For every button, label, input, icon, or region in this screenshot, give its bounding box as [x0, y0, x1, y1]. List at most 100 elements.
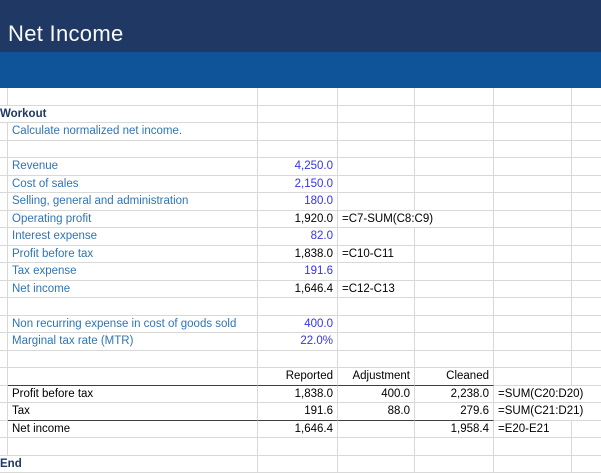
cell-B5-calculate-normalized-net-income[interactable]: Calculate normalized net income. — [8, 123, 258, 141]
cell-D24[interactable] — [338, 455, 415, 473]
cell-F22-formula[interactable]: =E20-E21 — [494, 420, 572, 438]
cell-A4-workout[interactable]: Workout — [0, 105, 258, 123]
cell-A11[interactable] — [0, 228, 8, 246]
cell-B16-non-recurring-expense-in-cost-of-goods-sold[interactable]: Non recurring expense in cost of goods s… — [8, 315, 258, 333]
cell-C11-value[interactable]: 82.0 — [258, 228, 338, 246]
cell-B12-profit-before-tax[interactable]: Profit before tax — [8, 245, 258, 263]
cell-E14[interactable] — [415, 280, 494, 298]
cell-A16[interactable] — [0, 315, 8, 333]
cell-A5[interactable] — [0, 123, 8, 141]
cell-B11-interest-expense[interactable]: Interest expense — [8, 228, 258, 246]
cell-F3[interactable] — [494, 88, 572, 106]
cell-D5[interactable] — [338, 123, 415, 141]
cell-G17[interactable] — [572, 333, 601, 351]
cell-F4[interactable] — [494, 105, 572, 123]
cell-C3[interactable] — [258, 88, 338, 106]
cell-E23[interactable] — [415, 438, 494, 456]
cell-E18[interactable] — [415, 350, 494, 368]
cell-C12-value[interactable]: 1,838.0 — [258, 245, 338, 263]
cell-E7[interactable] — [415, 158, 494, 176]
cell-D20-adjustment[interactable]: 400.0 — [338, 385, 415, 403]
cell-A14[interactable] — [0, 280, 8, 298]
cell-C5[interactable] — [258, 123, 338, 141]
cell-F17[interactable] — [494, 333, 572, 351]
cell-D23[interactable] — [338, 438, 415, 456]
cell-B19[interactable] — [8, 368, 258, 386]
cell-C14-value[interactable]: 1,646.4 — [258, 280, 338, 298]
cell-E9[interactable] — [415, 193, 494, 211]
cell-G6[interactable] — [572, 141, 601, 158]
cell-B3[interactable] — [8, 88, 258, 106]
cell-C6[interactable] — [258, 140, 338, 158]
cell-D22-adjustment[interactable] — [338, 420, 415, 438]
cell-E15[interactable] — [415, 298, 494, 316]
cell-E17[interactable] — [415, 333, 494, 351]
cell-G4[interactable] — [572, 106, 601, 123]
cell-B15[interactable] — [8, 298, 258, 316]
cell-E5[interactable] — [415, 123, 494, 141]
cell-G9[interactable] — [572, 193, 601, 211]
cell-G8[interactable] — [572, 176, 601, 193]
cell-G16[interactable] — [572, 316, 601, 333]
cell-C4[interactable] — [258, 105, 338, 123]
cell-B22-net-income[interactable]: Net income — [8, 420, 258, 438]
cell-F21-formula[interactable]: =SUM(C21:D21) — [494, 403, 601, 421]
cell-F11[interactable] — [494, 228, 572, 246]
cell-A9[interactable] — [0, 193, 8, 211]
cell-G22[interactable] — [572, 421, 601, 438]
cell-F7[interactable] — [494, 158, 572, 176]
cell-F19[interactable] — [494, 368, 572, 386]
cell-D18[interactable] — [338, 350, 415, 368]
cell-E20-cleaned[interactable]: 2,238.0 — [415, 385, 494, 403]
cell-F6[interactable] — [494, 140, 572, 158]
cell-D4[interactable] — [338, 105, 415, 123]
cell-B20-profit-before-tax[interactable]: Profit before tax — [8, 385, 258, 403]
cell-G7[interactable] — [572, 158, 601, 176]
cell-G11[interactable] — [572, 228, 601, 246]
cell-E8[interactable] — [415, 175, 494, 193]
cell-D7[interactable] — [338, 158, 415, 176]
cell-F15[interactable] — [494, 298, 572, 316]
cell-B7-revenue[interactable]: Revenue — [8, 158, 258, 176]
cell-B10-operating-profit[interactable]: Operating profit — [8, 210, 258, 228]
cell-D17[interactable] — [338, 333, 415, 351]
cell-F16[interactable] — [494, 315, 572, 333]
cell-F18[interactable] — [494, 350, 572, 368]
cell-C18[interactable] — [258, 350, 338, 368]
cell-E3[interactable] — [415, 88, 494, 106]
cell-C8-value[interactable]: 2,150.0 — [258, 175, 338, 193]
cell-D14-formula[interactable]: =C12-C13 — [338, 280, 415, 298]
cell-F9[interactable] — [494, 193, 572, 211]
cell-F5[interactable] — [494, 123, 572, 141]
cell-A7[interactable] — [0, 158, 8, 176]
cell-A10[interactable] — [0, 210, 8, 228]
cell-G5[interactable] — [572, 123, 601, 141]
cell-F24[interactable] — [494, 455, 572, 473]
cell-C23[interactable] — [258, 438, 338, 456]
cell-E13[interactable] — [415, 263, 494, 281]
cell-E6[interactable] — [415, 140, 494, 158]
cell-A12[interactable] — [0, 245, 8, 263]
cell-D10-formula[interactable]: =C7-SUM(C8:C9) — [338, 210, 494, 228]
cell-A15[interactable] — [0, 298, 8, 316]
cell-F13[interactable] — [494, 263, 572, 281]
cell-C13-value[interactable]: 191.6 — [258, 263, 338, 281]
cell-A23[interactable] — [0, 438, 8, 456]
cell-D11[interactable] — [338, 228, 415, 246]
cell-G3[interactable] — [572, 88, 601, 106]
cell-G23[interactable] — [572, 438, 601, 456]
cell-F20-formula[interactable]: =SUM(C20:D20) — [494, 386, 601, 403]
cell-C24[interactable] — [258, 455, 338, 473]
cell-C20-reported[interactable]: 1,838.0 — [258, 385, 338, 403]
cell-B23[interactable] — [8, 438, 258, 456]
cell-C7-value[interactable]: 4,250.0 — [258, 158, 338, 176]
cell-A24-end[interactable]: End — [0, 455, 258, 473]
cell-B8-cost-of-sales[interactable]: Cost of sales — [8, 175, 258, 193]
cell-B18[interactable] — [8, 350, 258, 368]
cell-D9[interactable] — [338, 193, 415, 211]
cell-B17-marginal-tax-rate-mtr[interactable]: Marginal tax rate (MTR) — [8, 333, 258, 351]
cell-F12[interactable] — [494, 245, 572, 263]
cell-G14[interactable] — [572, 281, 601, 298]
cell-A18[interactable] — [0, 350, 8, 368]
cell-A3[interactable] — [0, 88, 8, 106]
